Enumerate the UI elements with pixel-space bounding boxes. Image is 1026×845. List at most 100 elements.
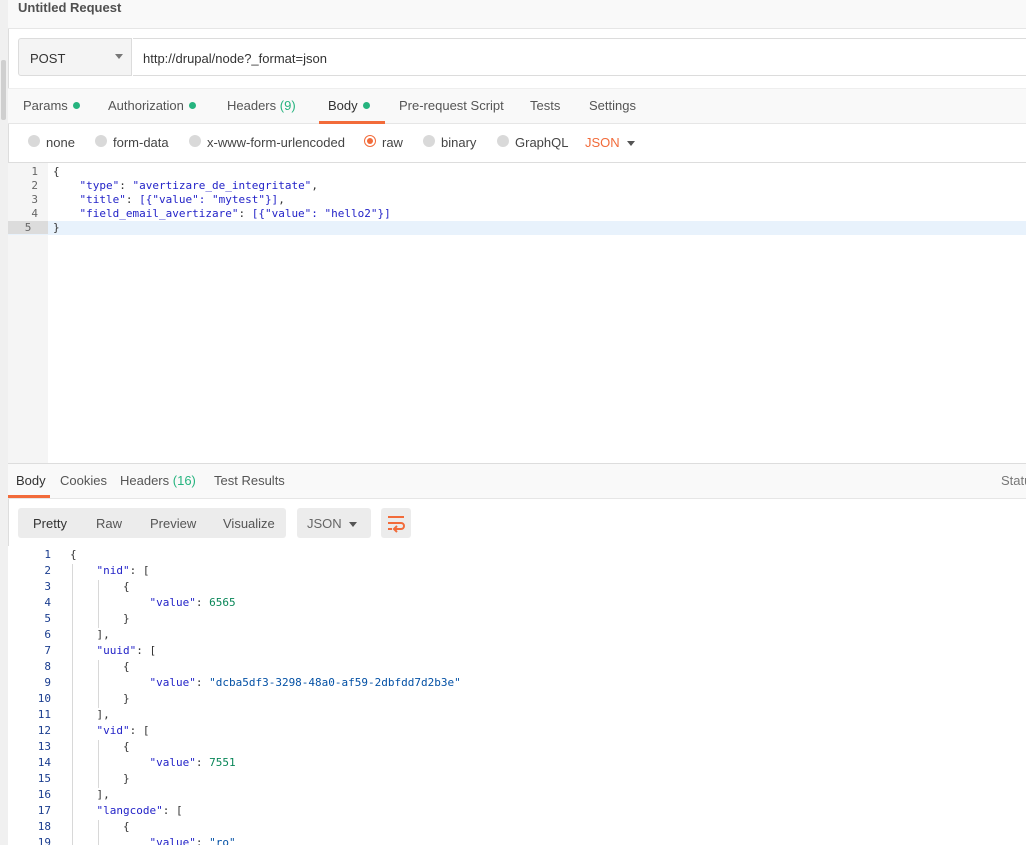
code-text: } — [53, 221, 60, 234]
line-number: 12 — [37, 724, 51, 737]
code-text: ], — [96, 628, 110, 641]
line-number: 4 — [31, 207, 38, 220]
view-visualize-button[interactable]: Visualize — [223, 516, 275, 531]
code-text: "nid": [ — [96, 564, 150, 577]
tab-tests[interactable]: Tests — [530, 89, 566, 123]
sidebar-scroll-thumb[interactable] — [1, 60, 6, 120]
tab-tests-label: Tests — [530, 98, 561, 113]
url-input[interactable]: http://drupal/node?_format=json — [133, 38, 1026, 76]
line-number: 13 — [37, 740, 51, 753]
code-text: } — [122, 692, 130, 705]
view-mode-group: Pretty Raw Preview Visualize — [18, 508, 286, 538]
code-text: "value": "ro" — [149, 836, 236, 845]
view-preview-button[interactable]: Preview — [150, 516, 196, 531]
radio-form-data[interactable] — [95, 135, 107, 147]
code-text: "value": 7551 — [149, 756, 236, 769]
wrap-lines-icon — [388, 516, 405, 533]
response-tab-cookies[interactable]: Cookies — [60, 473, 107, 488]
radio-graphql-label[interactable]: GraphQL — [515, 135, 568, 150]
response-status-label: Statu — [1001, 473, 1026, 488]
tab-pre-request-script[interactable]: Pre-request Script — [399, 89, 505, 123]
line-number: 4 — [44, 596, 51, 609]
radio-form-data-label[interactable]: form-data — [113, 135, 169, 150]
view-raw-button[interactable]: Raw — [96, 516, 122, 531]
line-number: 11 — [37, 708, 51, 721]
url-value: http://drupal/node?_format=json — [143, 51, 327, 66]
active-tab-indicator — [8, 495, 50, 498]
line-number: 15 — [37, 772, 51, 785]
radio-binary-label[interactable]: binary — [441, 135, 476, 150]
request-code-line: 2 "type": "avertizare_de_integritate", — [8, 179, 1026, 193]
line-number: 2 — [44, 564, 51, 577]
radio-urlencoded-label[interactable]: x-www-form-urlencoded — [207, 135, 345, 150]
radio-x-www-form-urlencoded[interactable] — [189, 135, 201, 147]
line-number: 14 — [37, 756, 51, 769]
line-number: 9 — [44, 676, 51, 689]
line-number: 8 — [44, 660, 51, 673]
response-tab-test-results[interactable]: Test Results — [214, 473, 285, 488]
code-text: { — [122, 740, 130, 753]
method-dropdown[interactable]: POST — [18, 38, 132, 76]
code-text: { — [53, 165, 60, 178]
response-tabs: Body Cookies Headers (16) Test Results S… — [8, 464, 1026, 499]
request-title[interactable]: Untitled Request — [18, 0, 121, 15]
code-text: "value": "dcba5df3-3298-48a0-af59-2dbfdd… — [149, 676, 461, 689]
method-label: POST — [30, 51, 66, 66]
code-text: "type": "avertizare_de_integritate", — [79, 179, 318, 192]
response-tab-headers-label: Headers — [120, 473, 170, 488]
tab-headers[interactable]: Headers (9) — [227, 89, 297, 123]
raw-format-dropdown[interactable]: JSON — [585, 135, 620, 150]
tab-params[interactable]: Params — [23, 89, 81, 123]
active-tab-indicator — [319, 121, 385, 124]
indent-guide — [98, 580, 99, 628]
request-code-line: 3 "title": [{"value": "mytest"}], — [8, 193, 1026, 207]
tab-settings[interactable]: Settings — [589, 89, 639, 123]
request-code-line: 4 "field_email_avertizare": [{"value": "… — [8, 207, 1026, 221]
radio-raw[interactable] — [364, 135, 376, 147]
radio-raw-label[interactable]: raw — [382, 135, 403, 150]
radio-graphql[interactable] — [497, 135, 509, 147]
line-number: 5 — [8, 221, 48, 234]
response-code-line: 17 "langcode": [ — [8, 804, 1026, 820]
request-tabs: Params Authorization Headers (9) Body Pr… — [8, 88, 1026, 124]
chevron-down-icon — [115, 54, 123, 59]
tab-authorization[interactable]: Authorization — [108, 89, 200, 123]
line-number: 17 — [37, 804, 51, 817]
response-format-dropdown[interactable]: JSON — [297, 508, 371, 538]
line-number: 5 — [44, 612, 51, 625]
code-text: { — [122, 580, 130, 593]
response-code-line: 12 "vid": [ — [8, 724, 1026, 740]
response-body-viewer[interactable]: 1{2 "nid": [3 {4 "value": 6565 5 } 6 ], 7 "… — [8, 546, 1026, 845]
response-tab-headers[interactable]: Headers (16) — [120, 473, 196, 488]
code-text: { — [122, 820, 130, 833]
wrap-lines-button[interactable] — [381, 508, 411, 538]
response-tab-body[interactable]: Body — [16, 473, 46, 488]
code-text: "title": [{"value": "mytest"}], — [79, 193, 285, 206]
chevron-down-icon — [349, 522, 357, 527]
response-code-line: 1{ — [8, 548, 1026, 564]
request-title-bar: Untitled Request — [8, 0, 1026, 29]
radio-none-label[interactable]: none — [46, 135, 75, 150]
tab-body[interactable]: Body — [319, 89, 385, 124]
response-code-line: 7 "uuid": [ — [8, 644, 1026, 660]
code-text: "field_email_avertizare": [{"value": "he… — [79, 207, 391, 220]
code-text: ], — [96, 788, 110, 801]
radio-binary[interactable] — [423, 135, 435, 147]
params-status-dot — [72, 102, 80, 109]
request-body-editor[interactable]: 1{2 "type": "avertizare_de_integritate",… — [8, 162, 1026, 464]
response-format-label: JSON — [307, 516, 342, 531]
line-number: 7 — [44, 644, 51, 657]
code-text: ], — [96, 708, 110, 721]
line-number: 1 — [44, 548, 51, 561]
view-pretty-button[interactable]: Pretty — [33, 516, 67, 531]
body-type-selector: none form-data x-www-form-urlencoded raw… — [8, 128, 1026, 158]
chevron-down-icon — [627, 141, 635, 146]
indent-guide — [98, 740, 99, 788]
authorization-status-dot — [188, 102, 196, 109]
line-number: 10 — [37, 692, 51, 705]
response-code-line: 13 { — [8, 740, 1026, 756]
radio-none[interactable] — [28, 135, 40, 147]
line-number: 2 — [31, 179, 38, 192]
tab-headers-label: Headers — [227, 98, 277, 113]
line-number: 19 — [37, 836, 51, 845]
